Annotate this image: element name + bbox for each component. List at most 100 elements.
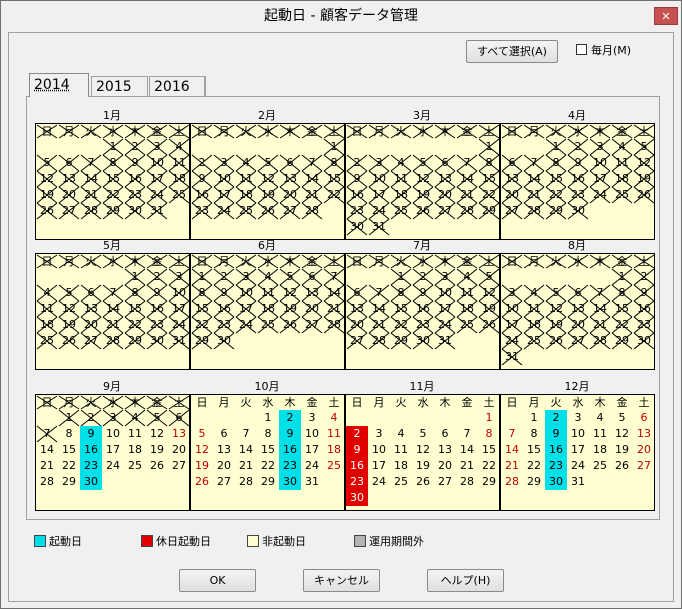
day-cell[interactable]: 25 (168, 187, 190, 203)
day-cell[interactable]: 3 (168, 269, 190, 285)
day-cell[interactable]: 10 (501, 301, 523, 317)
day-cell[interactable]: 13 (434, 171, 456, 187)
day-cell[interactable]: 24 (301, 458, 323, 474)
day-cell[interactable]: 30 (80, 474, 102, 490)
day-cell[interactable]: 4 (589, 410, 611, 426)
day-cell[interactable]: 23 (633, 317, 655, 333)
day-cell[interactable]: 3 (102, 410, 124, 426)
day-cell[interactable]: 29 (478, 203, 500, 219)
day-cell[interactable]: 19 (611, 442, 633, 458)
day-cell[interactable]: 2 (213, 269, 235, 285)
day-cell[interactable]: 3 (368, 155, 390, 171)
day-cell[interactable]: 5 (478, 269, 500, 285)
day-cell[interactable]: 8 (545, 155, 567, 171)
day-cell[interactable]: 20 (633, 442, 655, 458)
day-cell[interactable]: 13 (213, 442, 235, 458)
month-calendar[interactable]: 日月火水木金土 1 2 3 4 5 6 7 8 9 10 11 12 13 14 15 16 17 18 19 20 21… (190, 253, 345, 370)
day-cell[interactable]: 15 (257, 442, 279, 458)
day-cell[interactable]: 7 (456, 426, 478, 442)
day-cell[interactable]: 28 (523, 203, 545, 219)
day-cell[interactable]: 20 (279, 187, 301, 203)
day-cell[interactable]: 31 (434, 333, 456, 349)
day-cell[interactable]: 14 (501, 442, 523, 458)
day-cell[interactable]: 9 (633, 285, 655, 301)
day-cell[interactable]: 28 (456, 203, 478, 219)
day-cell[interactable]: 6 (567, 285, 589, 301)
day-cell[interactable]: 2 (545, 410, 567, 426)
day-cell[interactable]: 7 (368, 285, 390, 301)
day-cell[interactable]: 16 (545, 442, 567, 458)
day-cell[interactable]: 12 (257, 171, 279, 187)
day-cell[interactable]: 16 (80, 442, 102, 458)
day-cell[interactable]: 28 (501, 474, 523, 490)
day-cell[interactable]: 17 (434, 301, 456, 317)
day-cell[interactable]: 2 (346, 426, 368, 442)
day-cell[interactable]: 13 (80, 301, 102, 317)
day-cell[interactable]: 16 (124, 171, 146, 187)
day-cell[interactable]: 26 (257, 203, 279, 219)
month-calendar[interactable]: 日月火水木金土 1 2 3 4 5 6 7 8 9 10 11 12 13 14 15 16 17 18 19 20 21… (190, 123, 345, 240)
day-cell[interactable]: 20 (346, 317, 368, 333)
day-cell[interactable]: 19 (191, 458, 213, 474)
day-cell[interactable]: 31 (567, 474, 589, 490)
day-cell[interactable]: 6 (633, 410, 655, 426)
day-cell[interactable]: 19 (478, 301, 500, 317)
day-cell[interactable]: 19 (146, 442, 168, 458)
day-cell[interactable]: 21 (235, 458, 257, 474)
day-cell[interactable]: 1 (611, 269, 633, 285)
day-cell[interactable]: 6 (279, 155, 301, 171)
day-cell[interactable]: 3 (501, 285, 523, 301)
day-cell[interactable]: 30 (213, 333, 235, 349)
day-cell[interactable]: 8 (478, 426, 500, 442)
day-cell[interactable]: 29 (611, 333, 633, 349)
day-cell[interactable]: 25 (390, 474, 412, 490)
day-cell[interactable]: 13 (434, 442, 456, 458)
day-cell[interactable]: 8 (611, 285, 633, 301)
day-cell[interactable]: 23 (567, 187, 589, 203)
day-cell[interactable]: 17 (301, 442, 323, 458)
day-cell[interactable]: 3 (235, 269, 257, 285)
day-cell[interactable]: 13 (168, 426, 190, 442)
day-cell[interactable]: 15 (390, 301, 412, 317)
day-cell[interactable]: 19 (412, 187, 434, 203)
day-cell[interactable]: 6 (58, 155, 80, 171)
day-cell[interactable]: 27 (633, 458, 655, 474)
day-cell[interactable]: 5 (279, 269, 301, 285)
day-cell[interactable]: 15 (523, 442, 545, 458)
day-cell[interactable]: 18 (257, 301, 279, 317)
day-cell[interactable]: 23 (80, 458, 102, 474)
day-cell[interactable]: 10 (434, 285, 456, 301)
day-cell[interactable]: 2 (567, 139, 589, 155)
day-cell[interactable]: 30 (346, 490, 368, 506)
day-cell[interactable]: 28 (323, 317, 345, 333)
day-cell[interactable]: 9 (80, 426, 102, 442)
day-cell[interactable]: 1 (257, 410, 279, 426)
day-cell[interactable]: 21 (301, 187, 323, 203)
day-cell[interactable]: 9 (213, 285, 235, 301)
day-cell[interactable]: 21 (589, 317, 611, 333)
day-cell[interactable]: 10 (301, 426, 323, 442)
day-cell[interactable]: 7 (501, 426, 523, 442)
day-cell[interactable]: 6 (434, 155, 456, 171)
day-cell[interactable]: 26 (191, 474, 213, 490)
day-cell[interactable]: 27 (58, 203, 80, 219)
day-cell[interactable]: 28 (589, 333, 611, 349)
day-cell[interactable]: 15 (58, 442, 80, 458)
day-cell[interactable]: 15 (323, 171, 345, 187)
day-cell[interactable]: 11 (390, 442, 412, 458)
day-cell[interactable]: 5 (412, 426, 434, 442)
day-cell[interactable]: 19 (545, 317, 567, 333)
day-cell[interactable]: 20 (434, 187, 456, 203)
day-cell[interactable]: 9 (346, 171, 368, 187)
day-cell[interactable]: 17 (146, 171, 168, 187)
day-cell[interactable]: 31 (368, 219, 390, 235)
day-cell[interactable]: 9 (191, 171, 213, 187)
tab-2015[interactable]: 2015 (91, 76, 148, 97)
day-cell[interactable]: 14 (80, 171, 102, 187)
day-cell[interactable]: 29 (102, 203, 124, 219)
day-cell[interactable]: 9 (567, 155, 589, 171)
day-cell[interactable]: 19 (412, 458, 434, 474)
day-cell[interactable]: 27 (567, 333, 589, 349)
day-cell[interactable]: 17 (368, 187, 390, 203)
day-cell[interactable]: 20 (80, 317, 102, 333)
